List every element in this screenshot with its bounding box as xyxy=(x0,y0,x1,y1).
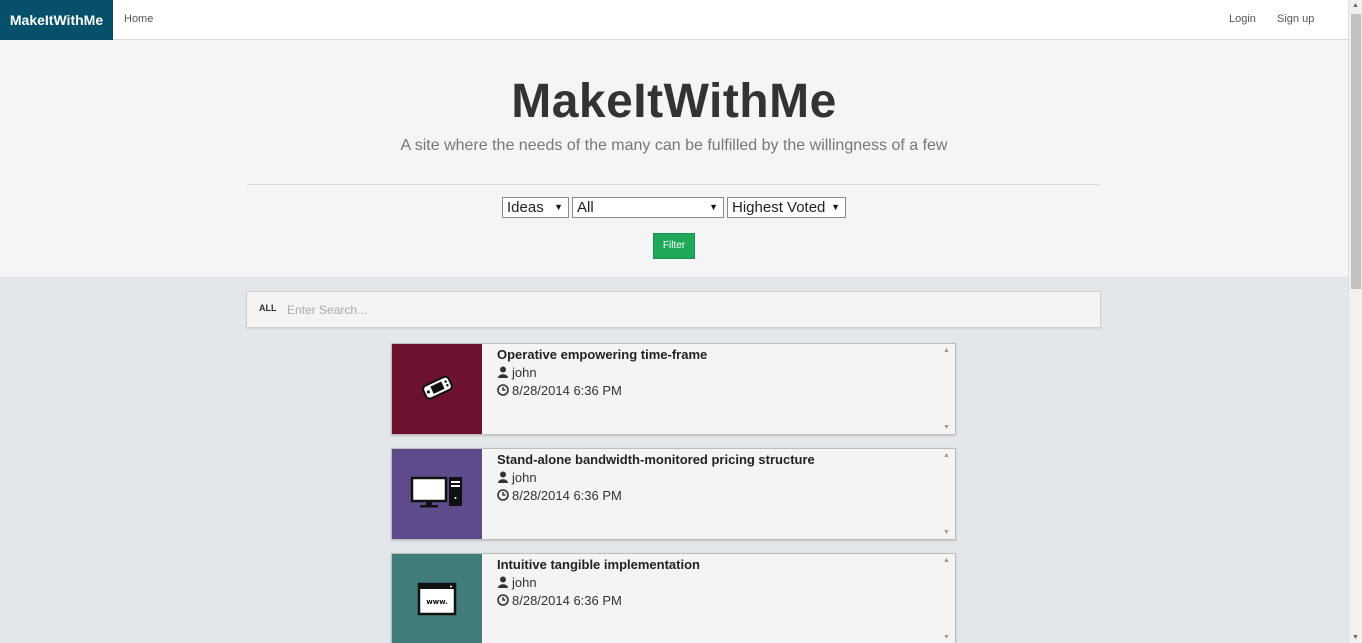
type-select[interactable]: Ideas ▼ xyxy=(502,197,569,218)
search-input[interactable] xyxy=(287,298,1087,322)
card-author: john xyxy=(497,470,537,485)
svg-text:www.: www. xyxy=(426,598,448,606)
scroll-up-icon[interactable]: ▲ xyxy=(1352,2,1359,9)
card-author-name[interactable]: john xyxy=(512,575,537,590)
idea-card[interactable]: Operative empowering time-frame john 8/2… xyxy=(391,343,956,435)
dropdown-arrow-icon: ▼ xyxy=(709,202,718,212)
scroll-down-icon[interactable]: ▼ xyxy=(943,529,950,536)
user-icon xyxy=(498,366,508,378)
card-date-text: 8/28/2014 6:36 PM xyxy=(512,593,622,608)
brand-logo[interactable]: MakeItWithMe xyxy=(0,0,113,40)
type-select-value: Ideas xyxy=(507,199,544,216)
user-icon xyxy=(498,471,508,483)
card-scrollbar[interactable]: ▲ ▼ xyxy=(939,449,955,539)
handheld-console-icon xyxy=(422,375,453,400)
nav-signup-link[interactable]: Sign up xyxy=(1277,0,1314,40)
scroll-up-icon[interactable]: ▲ xyxy=(943,557,950,564)
page-subtitle: A site where the needs of the many can b… xyxy=(400,137,948,154)
scrollbar-thumb[interactable] xyxy=(1351,14,1361,289)
filter-button[interactable]: Filter xyxy=(653,233,695,259)
card-author: john xyxy=(497,365,537,380)
sort-select[interactable]: Highest Voted ▼ xyxy=(727,197,846,218)
top-navbar: MakeItWithMe Home Login Sign up xyxy=(0,0,1348,40)
divider xyxy=(247,184,1100,185)
scroll-up-icon[interactable]: ▲ xyxy=(943,452,950,459)
user-icon xyxy=(498,576,508,588)
category-select[interactable]: All ▼ xyxy=(572,197,724,218)
nav-home-link[interactable]: Home xyxy=(124,0,153,40)
card-author-name[interactable]: john xyxy=(512,470,537,485)
card-title[interactable]: Intuitive tangible implementation xyxy=(497,557,700,572)
card-author: john xyxy=(497,575,537,590)
nav-login-link[interactable]: Login xyxy=(1229,0,1256,40)
scroll-down-icon[interactable]: ▼ xyxy=(943,634,950,641)
search-scope-toggle[interactable]: ALL xyxy=(259,303,277,313)
card-scrollbar[interactable]: ▲ ▼ xyxy=(939,344,955,434)
card-date-text: 8/28/2014 6:36 PM xyxy=(512,488,622,503)
dropdown-arrow-icon: ▼ xyxy=(554,202,563,212)
card-thumbnail xyxy=(392,449,482,539)
card-thumbnail: www. xyxy=(392,554,482,643)
clock-icon xyxy=(497,384,509,396)
desktop-computer-icon xyxy=(410,476,462,508)
card-date: 8/28/2014 6:36 PM xyxy=(497,383,622,398)
web-browser-icon: www. xyxy=(417,582,457,616)
card-scrollbar[interactable]: ▲ ▼ xyxy=(939,554,955,643)
scroll-down-icon[interactable]: ▼ xyxy=(943,424,950,431)
hero-section: MakeItWithMe A site where the needs of t… xyxy=(0,40,1348,278)
card-author-name[interactable]: john xyxy=(512,365,537,380)
idea-card[interactable]: www. Intuitive tangible implementation j… xyxy=(391,553,956,643)
page-scrollbar[interactable]: ▲ ▼ xyxy=(1348,0,1362,643)
clock-icon xyxy=(497,489,509,501)
page-title: MakeItWithMe xyxy=(511,75,837,128)
clock-icon xyxy=(497,594,509,606)
sort-select-value: Highest Voted xyxy=(732,199,826,216)
scroll-up-icon[interactable]: ▲ xyxy=(943,347,950,354)
idea-card[interactable]: Stand-alone bandwidth-monitored pricing … xyxy=(391,448,956,540)
card-thumbnail xyxy=(392,344,482,434)
dropdown-arrow-icon: ▼ xyxy=(831,202,840,212)
category-select-value: All xyxy=(577,199,594,216)
search-bar: ALL xyxy=(246,291,1101,328)
card-title[interactable]: Operative empowering time-frame xyxy=(497,347,707,362)
card-title[interactable]: Stand-alone bandwidth-monitored pricing … xyxy=(497,452,815,467)
card-date-text: 8/28/2014 6:36 PM xyxy=(512,383,622,398)
card-date: 8/28/2014 6:36 PM xyxy=(497,488,622,503)
card-date: 8/28/2014 6:36 PM xyxy=(497,593,622,608)
scroll-down-icon[interactable]: ▼ xyxy=(1352,634,1359,641)
